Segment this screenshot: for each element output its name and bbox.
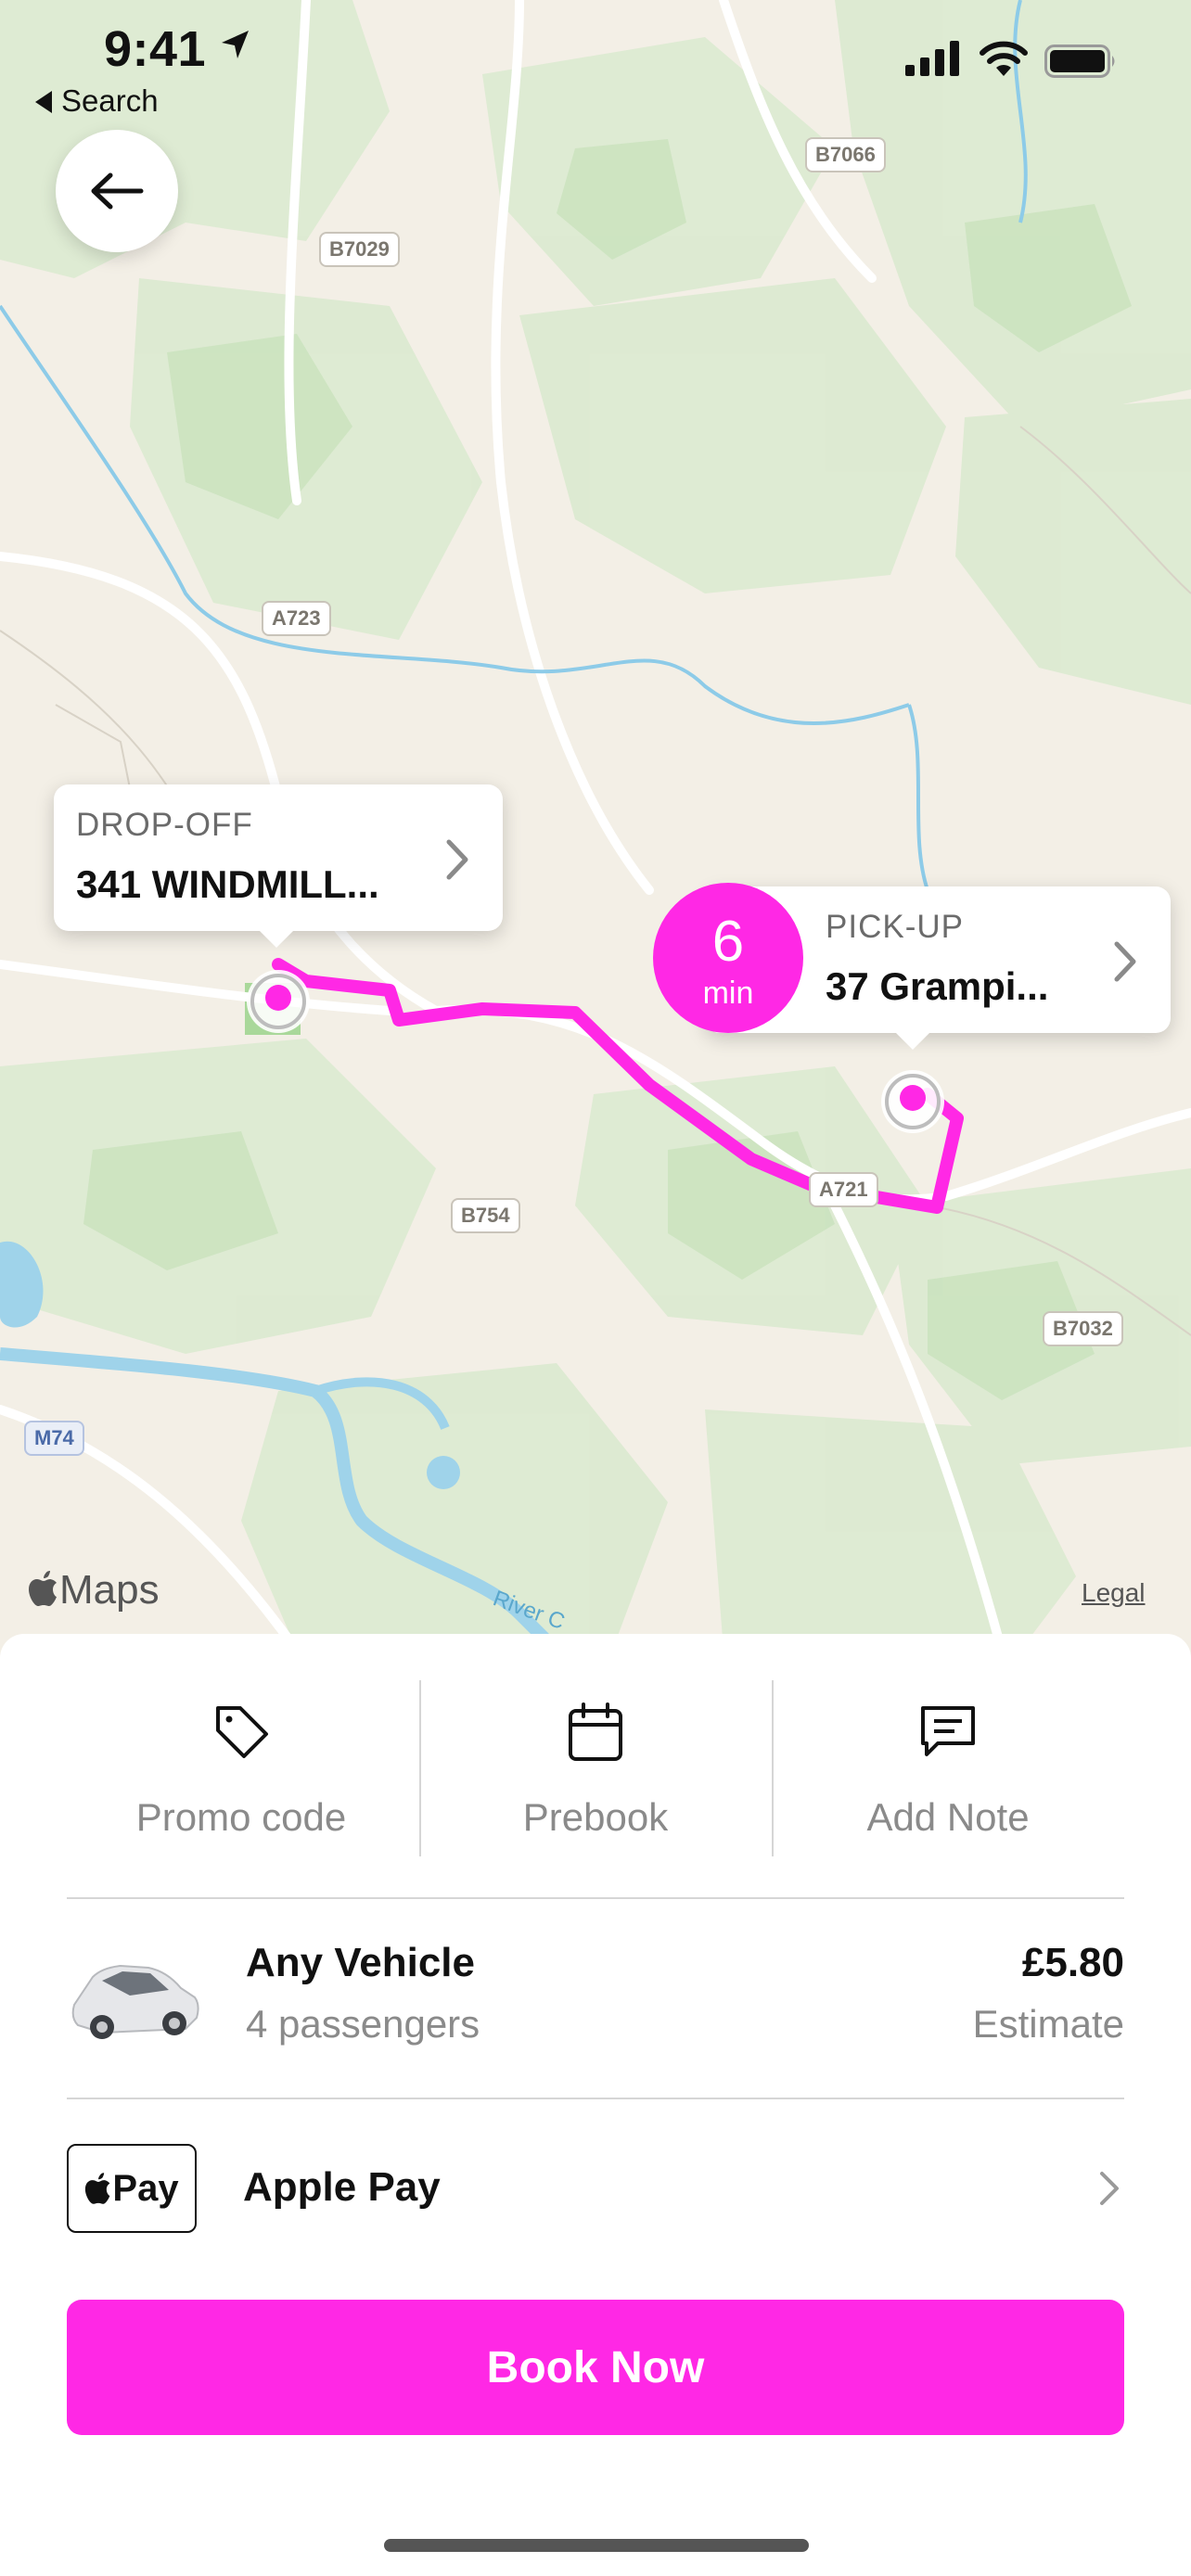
maps-attribution: Maps (28, 1567, 160, 1613)
road-label-b7029: B7029 (319, 232, 400, 267)
road-label-a723: A723 (262, 601, 331, 636)
tag-icon (216, 1706, 268, 1758)
map-view[interactable]: River C B7066 B7029 A723 B754 A721 B7032… (0, 0, 1191, 1651)
chevron-right-icon (1100, 2172, 1119, 2205)
payment-method-label: Apple Pay (243, 2164, 441, 2210)
note-icon (921, 1706, 975, 1756)
home-indicator (384, 2539, 809, 2552)
eta-badge: 6 min (653, 883, 803, 1033)
status-time: 9:41 (104, 21, 207, 77)
dropoff-pin (247, 970, 310, 1033)
road-label-b7066: B7066 (805, 137, 886, 172)
maps-label: Maps (59, 1567, 160, 1613)
callout-tail (896, 1033, 929, 1050)
callout-tail (260, 931, 293, 948)
price-note: Estimate (972, 2002, 1124, 2046)
apple-logo-icon (29, 1571, 57, 1606)
eta-unit: min (702, 976, 754, 1011)
dropoff-address: 341 WINDMILL... (76, 862, 379, 906)
apple-logo-icon (85, 2173, 110, 2204)
vehicle-name: Any Vehicle (246, 1940, 476, 1985)
price-value: £5.80 (1021, 1940, 1124, 1985)
chevron-right-icon (1114, 941, 1136, 982)
divider (67, 1897, 1124, 1899)
road-label-a721: A721 (809, 1172, 878, 1207)
booking-sheet: Promo code Prebook Add Note Any Vehicle … (0, 1634, 1191, 2576)
back-to-app-link[interactable]: Search (35, 83, 159, 119)
prebook-label: Prebook (522, 1795, 669, 1839)
add-note-button[interactable]: Add Note (772, 1680, 1124, 1856)
dropoff-callout[interactable]: DROP-OFF 341 WINDMILL... (54, 784, 503, 948)
promo-code-label: Promo code (135, 1795, 347, 1839)
add-note-label: Add Note (866, 1795, 1030, 1839)
prebook-button[interactable]: Prebook (419, 1680, 772, 1856)
apple-pay-badge-text: Pay (112, 2167, 179, 2209)
apple-pay-badge: Pay (67, 2144, 197, 2233)
back-app-label: Search (61, 83, 159, 118)
arrow-left-icon (91, 172, 144, 210)
book-now-button[interactable]: Book Now (67, 2300, 1124, 2435)
calendar-icon (569, 1702, 622, 1761)
road-label-m74: M74 (24, 1421, 84, 1456)
legal-link[interactable]: Legal (1082, 1578, 1146, 1608)
battery-icon (1044, 45, 1115, 78)
pickup-pin (881, 1070, 944, 1133)
promo-code-button[interactable]: Promo code (65, 1680, 417, 1856)
location-arrow-icon (222, 31, 249, 58)
cellular-signal-icon (905, 41, 959, 76)
dropoff-label: DROP-OFF (76, 807, 253, 843)
back-triangle-icon (35, 91, 52, 113)
back-button[interactable] (56, 130, 178, 252)
car-icon (71, 1964, 199, 2039)
status-bar: 9:41 Search (0, 0, 1191, 130)
chevron-right-icon (446, 839, 468, 880)
wifi-icon (980, 41, 1028, 76)
road-label-b754: B754 (451, 1198, 520, 1233)
divider (67, 2098, 1124, 2099)
pickup-address: 37 Grampi... (826, 964, 1049, 1008)
road-label-b7032: B7032 (1043, 1311, 1123, 1346)
eta-value: 6 (711, 910, 745, 974)
pickup-label: PICK-UP (826, 909, 964, 945)
vehicle-passengers: 4 passengers (246, 2002, 480, 2046)
